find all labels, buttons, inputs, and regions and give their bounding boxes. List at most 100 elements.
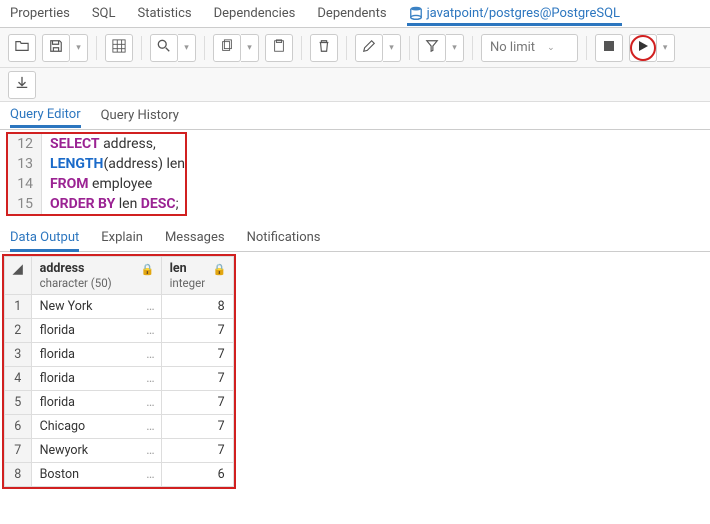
- ellipsis-icon: …: [146, 347, 154, 362]
- row-number[interactable]: 5: [5, 391, 32, 415]
- editor-line: 12SELECT address,: [8, 134, 185, 154]
- sql-editor[interactable]: 12SELECT address,13LENGTH(address) len14…: [6, 132, 187, 216]
- ellipsis-icon: …: [146, 299, 154, 314]
- cell-address[interactable]: Chicago…: [31, 415, 161, 439]
- limit-select[interactable]: No limit ⌄: [481, 34, 578, 62]
- grid-icon: [112, 39, 126, 57]
- find-dropdown[interactable]: ▾: [178, 34, 196, 62]
- col-type: character (50): [40, 276, 153, 290]
- stop-button[interactable]: [595, 34, 623, 62]
- execute-dropdown[interactable]: ▾: [657, 34, 675, 62]
- code-line[interactable]: ORDER BY len DESC;: [42, 194, 179, 214]
- code-line[interactable]: SELECT address,: [42, 134, 156, 154]
- chevron-down-icon: ▾: [389, 43, 394, 53]
- folder-open-icon: [15, 39, 29, 57]
- editor-line: 13LENGTH(address) len: [8, 154, 185, 174]
- tab-sql[interactable]: SQL: [90, 2, 118, 25]
- open-file-button[interactable]: [8, 34, 36, 62]
- code-line[interactable]: LENGTH(address) len: [42, 154, 185, 174]
- copy-button[interactable]: [213, 34, 241, 62]
- cell-len[interactable]: 6: [161, 463, 233, 487]
- cell-len[interactable]: 7: [161, 367, 233, 391]
- cell-address[interactable]: florida…: [31, 367, 161, 391]
- row-number[interactable]: 1: [5, 295, 32, 319]
- table-row[interactable]: 1New York…8: [5, 295, 234, 319]
- cell-address[interactable]: florida…: [31, 391, 161, 415]
- lock-icon: 🔒: [141, 263, 155, 276]
- row-number[interactable]: 6: [5, 415, 32, 439]
- cell-len[interactable]: 7: [161, 343, 233, 367]
- tab-query-history[interactable]: Query History: [101, 108, 179, 128]
- chevron-down-icon: ▾: [184, 43, 189, 53]
- ellipsis-icon: …: [146, 371, 154, 386]
- tab-dependents[interactable]: Dependents: [315, 2, 388, 25]
- table-row[interactable]: 8Boston…6: [5, 463, 234, 487]
- table-row[interactable]: 7Newyork…7: [5, 439, 234, 463]
- column-header-len[interactable]: len 🔒 integer: [161, 257, 233, 295]
- tab-properties[interactable]: Properties: [8, 2, 72, 25]
- row-number[interactable]: 3: [5, 343, 32, 367]
- delete-button[interactable]: [310, 34, 338, 62]
- execute-button[interactable]: [629, 34, 657, 62]
- ellipsis-icon: …: [146, 395, 154, 410]
- cell-address[interactable]: New York…: [31, 295, 161, 319]
- table-row[interactable]: 2florida…7: [5, 319, 234, 343]
- cell-address[interactable]: Boston…: [31, 463, 161, 487]
- tab-connection[interactable]: javatpoint/postgres@PostgreSQL: [407, 2, 622, 26]
- row-number[interactable]: 8: [5, 463, 32, 487]
- cell-len[interactable]: 7: [161, 391, 233, 415]
- separator: [204, 36, 205, 60]
- save-button[interactable]: [42, 34, 70, 62]
- cell-address[interactable]: florida…: [31, 319, 161, 343]
- separator: [472, 36, 473, 60]
- separator: [96, 36, 97, 60]
- table-row[interactable]: 5florida…7: [5, 391, 234, 415]
- cell-len[interactable]: 7: [161, 415, 233, 439]
- search-icon: [157, 39, 171, 57]
- toolbar-row2: [0, 68, 710, 102]
- tab-notifications[interactable]: Notifications: [247, 230, 321, 251]
- filter-dropdown[interactable]: ▾: [446, 34, 464, 62]
- code-line[interactable]: FROM employee: [42, 174, 152, 194]
- edit-dropdown[interactable]: ▾: [383, 34, 401, 62]
- tab-dependencies[interactable]: Dependencies: [212, 2, 298, 25]
- tab-query-editor[interactable]: Query Editor: [10, 107, 81, 128]
- tab-statistics[interactable]: Statistics: [136, 2, 194, 25]
- download-button[interactable]: [8, 71, 36, 99]
- edit-grid-button[interactable]: [105, 34, 133, 62]
- separator: [141, 36, 142, 60]
- filter-icon: [425, 39, 439, 57]
- edit-button[interactable]: [355, 34, 383, 62]
- stop-icon: [603, 40, 615, 56]
- chevron-down-icon: ▾: [452, 43, 457, 53]
- connection-label: javatpoint/postgres@PostgreSQL: [427, 6, 620, 21]
- table-row[interactable]: 6Chicago…7: [5, 415, 234, 439]
- tab-explain[interactable]: Explain: [101, 230, 143, 251]
- cell-len[interactable]: 8: [161, 295, 233, 319]
- line-number: 12: [8, 134, 42, 154]
- row-number[interactable]: 4: [5, 367, 32, 391]
- chevron-down-icon: ▾: [247, 43, 252, 53]
- find-button[interactable]: [150, 34, 178, 62]
- cell-address[interactable]: florida…: [31, 343, 161, 367]
- chevron-down-icon: ⌄: [547, 43, 555, 53]
- column-header-address[interactable]: address 🔒 character (50): [31, 257, 161, 295]
- tab-messages[interactable]: Messages: [165, 230, 225, 251]
- copy-dropdown[interactable]: ▾: [241, 34, 259, 62]
- row-number[interactable]: 7: [5, 439, 32, 463]
- table-row[interactable]: 3florida…7: [5, 343, 234, 367]
- cell-len[interactable]: 7: [161, 319, 233, 343]
- trash-icon: [317, 39, 331, 57]
- tab-data-output[interactable]: Data Output: [10, 230, 79, 252]
- save-dropdown[interactable]: ▾: [70, 34, 88, 62]
- filter-button[interactable]: [418, 34, 446, 62]
- editor-tabs: Query Editor Query History: [0, 102, 710, 130]
- row-number[interactable]: 2: [5, 319, 32, 343]
- cell-len[interactable]: 7: [161, 439, 233, 463]
- cell-address[interactable]: Newyork…: [31, 439, 161, 463]
- data-output-panel: ◢ address 🔒 character (50) len 🔒 integer…: [0, 254, 710, 489]
- separator: [409, 36, 410, 60]
- database-icon: [409, 6, 423, 20]
- paste-button[interactable]: [265, 34, 293, 62]
- table-row[interactable]: 4florida…7: [5, 367, 234, 391]
